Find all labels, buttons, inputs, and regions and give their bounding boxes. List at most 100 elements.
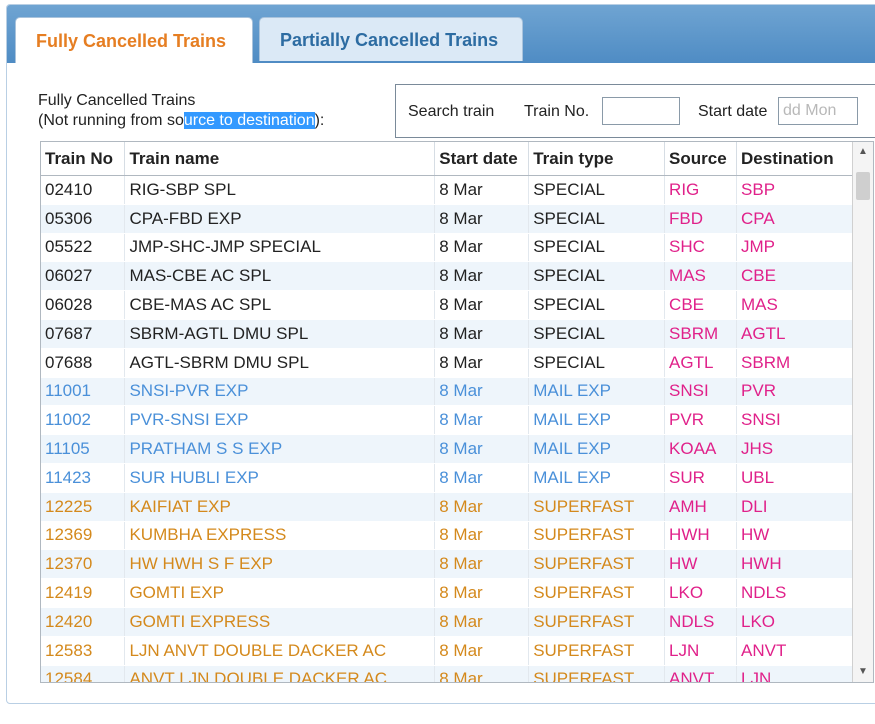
column-header[interactable]: Source (664, 142, 738, 176)
train-no-input[interactable] (602, 97, 680, 125)
tab-fully-cancelled[interactable]: Fully Cancelled Trains (15, 17, 253, 63)
table-row[interactable]: 11001 SNSI-PVR EXP 8 Mar MAIL EXP SNSI PVR (41, 377, 853, 407)
cell-source: HWH (664, 521, 738, 551)
cell-destination: LKO (736, 607, 853, 637)
cell-source: LJN (664, 636, 738, 666)
cell-train-name: CBE-MAS AC SPL (124, 290, 436, 320)
table-row[interactable]: 06028 CBE-MAS AC SPL 8 Mar SPECIAL CBE MAS (41, 290, 853, 320)
cell-train-name: JMP-SHC-JMP SPECIAL (124, 233, 436, 263)
cell-train-type: MAIL EXP (528, 405, 666, 436)
cell-destination: SBP (736, 175, 853, 205)
table-row[interactable]: 12225 KAIFIAT EXP 8 Mar SUPERFAST AMH DLI (41, 492, 853, 522)
cell-start-date: 8 Mar (434, 290, 530, 320)
cell-train-name: GOMTI EXPRESS (124, 607, 436, 637)
cell-train-no: 07687 (41, 319, 126, 349)
cell-train-type: SPECIAL (528, 233, 666, 263)
section-title: Fully Cancelled Trains (38, 92, 196, 109)
cell-source: SNSI (664, 377, 738, 407)
cell-source: NDLS (664, 607, 738, 637)
triangle-down-icon[interactable]: ▼ (853, 662, 873, 682)
cell-destination: JHS (736, 434, 853, 464)
cell-train-type: SUPERFAST (528, 665, 666, 682)
cell-start-date: 8 Mar (434, 578, 530, 608)
cell-start-date: 8 Mar (434, 348, 530, 378)
cell-start-date: 8 Mar (434, 319, 530, 349)
column-header[interactable]: Train type (528, 142, 666, 176)
table-row[interactable]: 11002 PVR-SNSI EXP 8 Mar MAIL EXP PVR SNSI (41, 405, 853, 436)
table-row[interactable]: 11105 PRATHAM S S EXP 8 Mar MAIL EXP KOAA JHS (41, 434, 853, 464)
table-row[interactable]: 12369 KUMBHA EXPRESS 8 Mar SUPERFAST HWH HW (41, 521, 853, 551)
cell-start-date: 8 Mar (434, 405, 530, 436)
cell-train-type: MAIL EXP (528, 463, 666, 493)
cell-train-type: SPECIAL (528, 348, 666, 378)
table-row[interactable]: 11423 SUR HUBLI EXP 8 Mar MAIL EXP SUR UBL (41, 463, 853, 493)
cell-start-date: 8 Mar (434, 463, 530, 493)
cell-train-no: 02410 (41, 175, 126, 205)
cell-start-date: 8 Mar (434, 434, 530, 464)
cell-train-type: MAIL EXP (528, 434, 666, 464)
cell-train-name: KAIFIAT EXP (124, 492, 436, 522)
trains-table: Train No Train name Start date Train type So… (41, 142, 853, 682)
cell-destination: AGTL (736, 319, 853, 349)
cell-train-no: 06027 (41, 261, 126, 292)
cell-source: ANVT (664, 665, 738, 682)
triangle-up-icon[interactable]: ▲ (853, 142, 873, 162)
cell-train-name: SBRM-AGTL DMU SPL (124, 319, 436, 349)
start-date-input[interactable] (778, 97, 858, 125)
cell-train-name: ANVT LJN DOUBLE DACKER AC (124, 665, 436, 682)
table-row[interactable]: 02410 RIG-SBP SPL 8 Mar SPECIAL RIG SBP (41, 175, 853, 205)
cancelled-trains-grid: Train No Train name Start date Train type So… (40, 141, 874, 683)
cell-source: LKO (664, 578, 738, 608)
cell-train-no: 11105 (41, 434, 126, 464)
cell-train-type: SUPERFAST (528, 492, 666, 522)
column-header[interactable]: Train No (41, 142, 126, 176)
cell-train-name: RIG-SBP SPL (124, 175, 436, 205)
table-header-row: Train No Train name Start date Train type So… (41, 142, 853, 176)
cell-destination: ANVT (736, 636, 853, 666)
cell-train-no: 11001 (41, 377, 126, 407)
cell-destination: PVR (736, 377, 853, 407)
table-row[interactable]: 07687 SBRM-AGTL DMU SPL 8 Mar SPECIAL SBRM AG… (41, 319, 853, 349)
cell-source: SUR (664, 463, 738, 493)
table-row[interactable]: 05306 CPA-FBD EXP 8 Mar SPECIAL FBD CPA (41, 204, 853, 234)
table-row[interactable]: 12419 GOMTI EXP 8 Mar SUPERFAST LKO NDLS (41, 578, 853, 608)
cell-source: CBE (664, 290, 738, 320)
cell-start-date: 8 Mar (434, 204, 530, 234)
cell-train-type: SUPERFAST (528, 578, 666, 608)
table-row[interactable]: 12584 ANVT LJN DOUBLE DACKER AC 8 Mar SUPER… (41, 665, 853, 682)
cell-source: KOAA (664, 434, 738, 464)
description-suffix: ): (314, 112, 325, 129)
cell-source: RIG (664, 175, 738, 205)
vertical-scrollbar[interactable]: ▲ ▼ (852, 142, 873, 682)
scroll-thumb[interactable] (856, 172, 870, 200)
cell-source: MAS (664, 261, 738, 292)
start-date-label: Start date (698, 103, 768, 120)
cell-destination: NDLS (736, 578, 853, 608)
cell-train-name: CPA-FBD EXP (124, 204, 436, 234)
cell-destination: CBE (736, 261, 853, 292)
cell-train-name: KUMBHA EXPRESS (124, 521, 436, 551)
cell-start-date: 8 Mar (434, 521, 530, 551)
table-row[interactable]: 12370 HW HWH S F EXP 8 Mar SUPERFAST HW HWH (41, 549, 853, 580)
cell-train-no: 07688 (41, 348, 126, 378)
cell-start-date: 8 Mar (434, 233, 530, 263)
description-text: (Not running from so (38, 112, 184, 129)
cell-start-date: 8 Mar (434, 549, 530, 580)
cell-train-name: LJN ANVT DOUBLE DACKER AC (124, 636, 436, 666)
cancelled-trains-panel: Fully Cancelled Trains Partially Cancell… (6, 4, 875, 704)
cell-train-name: SNSI-PVR EXP (124, 377, 436, 407)
table-row[interactable]: 12583 LJN ANVT DOUBLE DACKER AC 8 Mar SUPER… (41, 636, 853, 666)
section-description: (Not running from source to destination)… (38, 111, 324, 131)
column-header[interactable]: Destination (736, 142, 853, 176)
tab-partially-cancelled[interactable]: Partially Cancelled Trains (259, 17, 523, 61)
cell-train-name: SUR HUBLI EXP (124, 463, 436, 493)
table-row[interactable]: 12420 GOMTI EXPRESS 8 Mar SUPERFAST NDLS LKO (41, 607, 853, 637)
table-row[interactable]: 07688 AGTL-SBRM DMU SPL 8 Mar SPECIAL AGTL SB… (41, 348, 853, 378)
column-header[interactable]: Train name (124, 142, 436, 176)
cell-start-date: 8 Mar (434, 377, 530, 407)
table-row[interactable]: 06027 MAS-CBE AC SPL 8 Mar SPECIAL MAS CBE (41, 261, 853, 292)
cell-train-type: SUPERFAST (528, 636, 666, 666)
table-row[interactable]: 05522 JMP-SHC-JMP SPECIAL 8 Mar SPECIAL SHC J… (41, 233, 853, 263)
cell-train-type: SPECIAL (528, 204, 666, 234)
column-header[interactable]: Start date (434, 142, 530, 176)
